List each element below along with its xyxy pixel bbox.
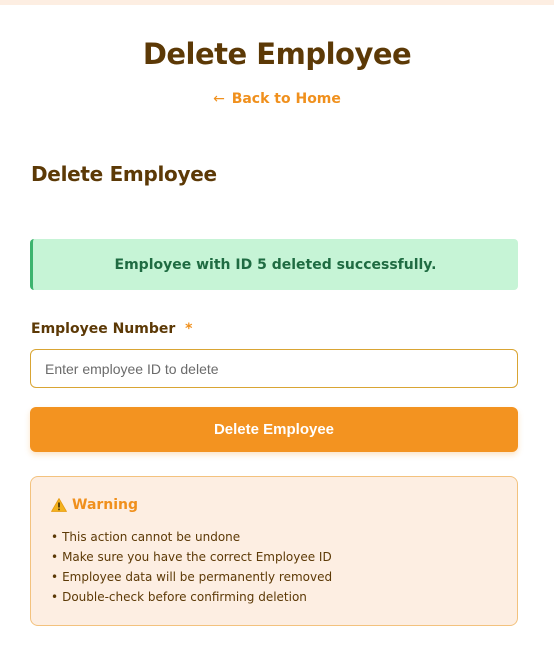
warning-triangle-icon [51, 498, 67, 512]
delete-employee-page: Delete Employee ← Back to Home Delete Em… [0, 0, 554, 647]
employee-id-input[interactable] [30, 349, 518, 388]
warning-title: Warning [72, 497, 139, 513]
warning-list: This action cannot be undone Make sure y… [51, 527, 497, 607]
warning-item: Make sure you have the correct Employee … [51, 547, 497, 567]
back-to-home-link[interactable]: ← Back to Home [0, 91, 554, 107]
delete-employee-button[interactable]: Delete Employee [30, 407, 518, 452]
warning-item: This action cannot be undone [51, 527, 497, 547]
required-asterisk: * [185, 321, 193, 337]
top-accent-strip [0, 0, 554, 5]
page-title: Delete Employee [142, 37, 412, 71]
employee-number-label: Employee Number * [31, 321, 192, 337]
warning-item: Double-check before confirming deletion [51, 587, 497, 607]
warning-box: Warning This action cannot be undone Mak… [30, 476, 518, 626]
section-title: Delete Employee [31, 162, 217, 186]
back-link-label: Back to Home [231, 91, 341, 107]
employee-number-label-text: Employee Number [31, 321, 176, 337]
arrow-left-icon: ← [213, 91, 225, 107]
warning-item: Employee data will be permanently remove… [51, 567, 497, 587]
success-message: Employee with ID 5 deleted successfully. [114, 256, 437, 273]
success-alert: Employee with ID 5 deleted successfully. [30, 239, 518, 290]
warning-heading: Warning [51, 497, 497, 513]
